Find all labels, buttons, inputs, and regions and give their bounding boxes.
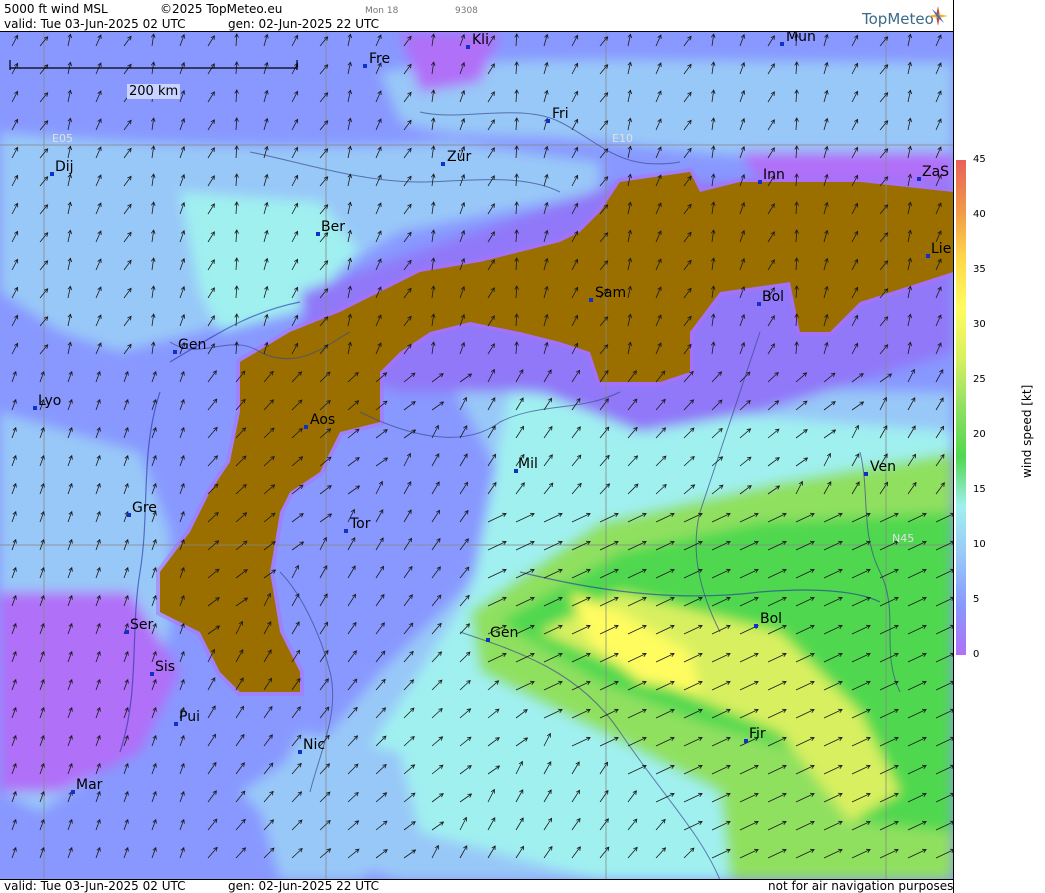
footer-gen-time: gen: 02-Jun-2025 22 UTC [228,879,380,893]
svg-text:Aos: Aos [310,412,335,428]
legend-tick: 10 [973,539,986,550]
compass-logo-icon [928,6,948,26]
city-zas[interactable]: ZaS [917,164,949,181]
svg-text:Sam: Sam [595,285,626,301]
legend-tick: 5 [973,594,980,605]
city-nic[interactable]: Nic [298,737,325,754]
logo-text: TopMeteo [862,10,934,28]
svg-text:Gen: Gen [178,337,206,353]
wind-map-canvas: E05 E10 N45 Kli Mun Fre Fri Dij Zür Inn … [0,32,953,880]
topmeteo-logo: TopMeteo [862,10,934,28]
legend-tick: 25 [973,374,986,385]
legend-unit-label: wind speed [kt] [1020,384,1034,478]
code2: 9308 [455,6,478,16]
svg-text:ZaS: ZaS [922,164,949,180]
legend-tick: 0 [973,649,980,660]
valid-time: valid: Tue 03-Jun-2025 02 UTC [4,17,186,31]
copyright: ©2025 TopMeteo.eu [160,2,283,16]
map-bottom-border [0,879,953,880]
wind-map[interactable]: E05 E10 N45 Kli Mun Fre Fri Dij Zür Inn … [0,32,953,880]
svg-text:Ven: Ven [870,459,896,475]
legend-tick: 35 [973,264,986,275]
svg-text:Bol: Bol [760,611,782,627]
city-gen-geneva[interactable]: Gen [173,337,206,354]
svg-text:Pui: Pui [179,709,200,725]
grid-label-n45: N45 [892,532,914,545]
svg-text:Ser: Ser [130,617,154,633]
svg-text:Gen: Gen [490,625,518,641]
grid-label-e05: E05 [52,132,73,145]
svg-text:Lie: Lie [931,241,951,257]
footer-disclaimer: not for air navigation purposes [768,879,954,893]
map-right-border [953,0,954,893]
city-bol-north[interactable]: Bol [757,289,784,306]
city-ber[interactable]: Ber [316,219,345,236]
city-mar[interactable]: Mar [71,777,103,794]
svg-text:Fir: Fir [749,726,766,742]
svg-text:Mar: Mar [76,777,103,793]
footer-valid-time: valid: Tue 03-Jun-2025 02 UTC [4,879,186,893]
svg-text:Tor: Tor [349,516,371,532]
svg-text:Mil: Mil [518,456,538,472]
run-code: Mon 18 [365,6,399,16]
city-lyo[interactable]: Lyo [33,393,61,410]
legend-tick: 45 [973,154,986,165]
svg-text:Gre: Gre [132,500,157,516]
grid-label-e10: E10 [612,132,633,145]
legend-tick: 30 [973,319,986,330]
svg-text:Ber: Ber [321,219,345,235]
svg-text:Fre: Fre [369,51,390,67]
svg-text:Sis: Sis [155,659,175,675]
svg-text:Zür: Zür [447,149,471,165]
map-top-border [0,31,953,32]
legend-tick: 20 [973,429,986,440]
svg-text:Bol: Bol [762,289,784,305]
legend-tick: 15 [973,484,986,495]
city-ser[interactable]: Ser [125,617,154,634]
svg-text:Nic: Nic [303,737,325,753]
city-mun[interactable]: Mun [780,32,816,46]
svg-text:Inn: Inn [763,167,785,183]
svg-text:Kli: Kli [472,32,489,48]
svg-text:Lyo: Lyo [38,393,61,409]
scale-bar-label: 200 km [127,84,181,99]
wind-speed-legend-bar [956,160,966,655]
city-inn[interactable]: Inn [758,167,785,184]
city-mil[interactable]: Mil [514,456,538,473]
city-gre[interactable]: Gre [127,500,157,517]
svg-text:Mun: Mun [786,32,816,45]
legend-tick: 40 [973,209,986,220]
city-gen-genoa[interactable]: Gen [486,625,518,642]
product-title: 5000 ft wind MSL [4,2,108,16]
svg-text:Fri: Fri [552,106,569,122]
gen-time: gen: 02-Jun-2025 22 UTC [228,17,380,31]
city-sam[interactable]: Sam [589,285,626,302]
svg-text:Dij: Dij [55,159,74,175]
